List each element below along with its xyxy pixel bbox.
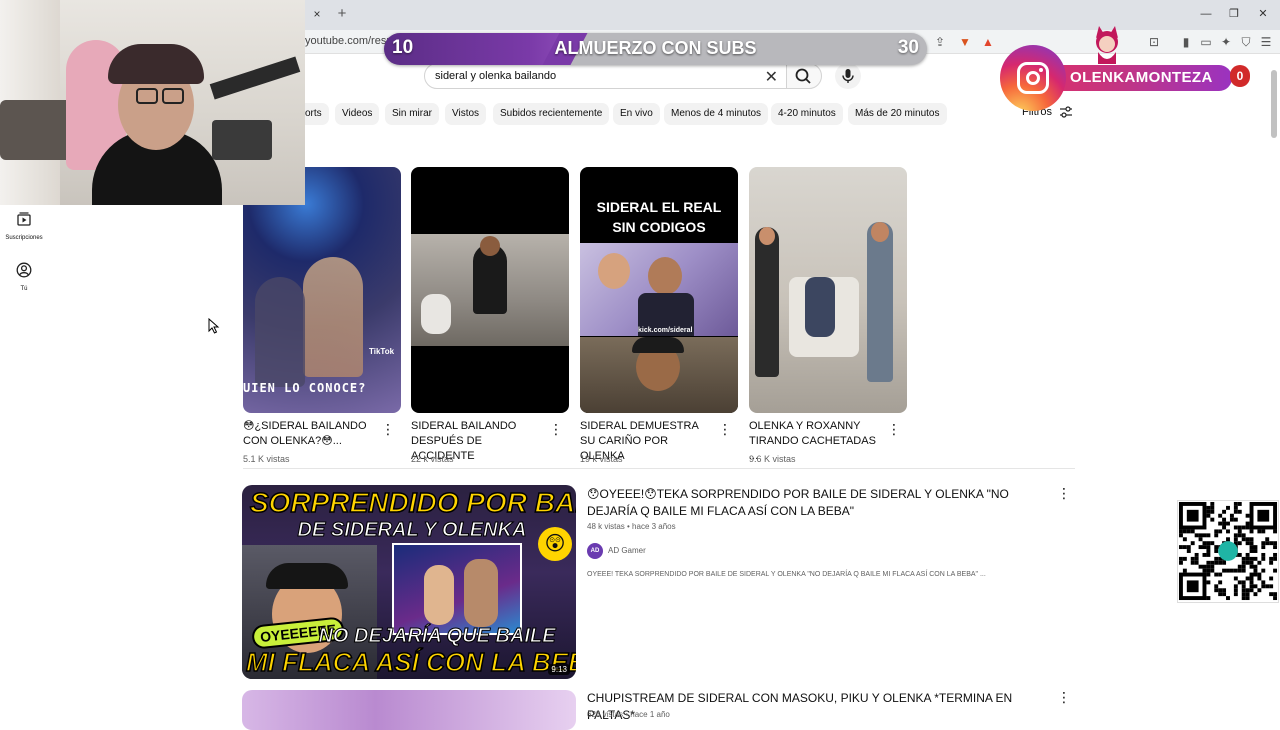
filter-sliders-icon	[1060, 106, 1073, 118]
shocked-emoji-icon: 😲	[538, 527, 572, 561]
more-options-icon[interactable]: ⋮	[1057, 486, 1071, 500]
chip-recently-uploaded[interactable]: Subidos recientemente	[493, 103, 610, 125]
video-thumbnail[interactable]	[242, 690, 576, 730]
microphone-icon	[842, 69, 854, 83]
qr-code-icon	[1177, 500, 1279, 603]
url-text[interactable]: youtube.com/resul	[305, 35, 395, 47]
chip-watched[interactable]: Vistos	[445, 103, 487, 125]
short-views: 19 k vistas	[580, 454, 623, 464]
sidebar-item-you[interactable]: Tú	[0, 262, 48, 292]
thumbnail-caption-bottom-1: NO DEJARÍA QUE BAILE	[318, 625, 556, 648]
search-input[interactable]: sideral y olenka bailando ✕	[424, 63, 793, 89]
vpn-shield-icon[interactable]: ⛉	[1238, 34, 1254, 50]
short-views: 5.1 K vistas	[243, 454, 290, 464]
instagram-counter: 0	[1230, 65, 1250, 87]
video-meta: 48 k vistas • hace 3 años	[587, 522, 676, 531]
zoom-icon[interactable]: ⊡	[1146, 34, 1162, 50]
page-scrollbar[interactable]	[1271, 70, 1277, 138]
video-duration: 9:13	[548, 664, 570, 675]
mouse-cursor-icon	[208, 318, 220, 334]
short-thumbnail[interactable]	[749, 167, 907, 413]
chip-under-4-min[interactable]: Menos de 4 minutos	[664, 103, 769, 125]
instagram-handle: OLENKAMONTEZA	[1070, 69, 1213, 86]
short-overlay-text: UIEN LO CONOCE?	[243, 381, 367, 395]
channel-avatar[interactable]: AD	[587, 543, 603, 559]
clear-search-icon[interactable]: ✕	[765, 67, 778, 87]
goal-target: 30	[897, 37, 919, 58]
brave-shield-icon[interactable]: ▼	[957, 34, 973, 50]
close-window-icon[interactable]: ✕	[1253, 5, 1273, 23]
chip-over-20-min[interactable]: Más de 20 minutos	[848, 103, 947, 125]
short-thumbnail[interactable]	[411, 167, 569, 413]
video-title[interactable]: 😯OYEEE!😯TEKA SORPRENDIDO POR BAILE DE SI…	[587, 486, 1057, 520]
video-thumbnail[interactable]: SORPRENDIDO POR BAILE DE SIDERAL Y OLENK…	[242, 485, 576, 679]
short-card[interactable]: SIDERAL BAILANDO DESPUÉS DE ACCIDENTE ⋮ …	[411, 167, 569, 464]
channel-name[interactable]: AD Gamer	[608, 546, 646, 555]
menu-icon[interactable]: ☰	[1258, 34, 1274, 50]
thumbnail-caption-middle: DE SIDERAL Y OLENKA	[297, 519, 527, 542]
video-meta: 628 vistas • hace 1 año	[587, 710, 670, 719]
restore-window-icon[interactable]: ❐	[1224, 5, 1244, 23]
webcam-overlay	[0, 0, 305, 205]
short-title[interactable]: 😳¿SIDERAL BAILANDO CON OLENKA?😳...	[243, 419, 375, 449]
short-overlay-text: SIDERAL EL REAL SIN CODIGOS	[596, 199, 722, 235]
instagram-icon	[1017, 62, 1049, 94]
subscriber-goal-bar: 10 ALMUERZO CON SUBS 30	[384, 33, 927, 65]
chip-4-20-min[interactable]: 4-20 minutos	[771, 103, 843, 125]
minimize-window-icon[interactable]: —	[1196, 5, 1216, 23]
rewards-icon[interactable]: ▲	[980, 34, 996, 50]
short-views: 9.6 K vistas	[749, 454, 796, 464]
search-button[interactable]	[786, 63, 822, 89]
chip-live[interactable]: En vivo	[613, 103, 660, 125]
more-options-icon[interactable]: ⋮	[1057, 690, 1071, 704]
search-icon	[795, 68, 811, 84]
short-views: 22 k vistas	[411, 454, 454, 464]
more-options-icon[interactable]: ⋮	[549, 422, 563, 436]
wallet-icon[interactable]: ▭	[1198, 34, 1214, 50]
section-divider	[243, 468, 1075, 469]
more-options-icon[interactable]: ⋮	[381, 422, 395, 436]
thumbnail-caption-bottom-2: MI FLACA ASÍ CON LA BEBA	[245, 646, 576, 678]
sidebar-label-subscriptions: Suscripciones	[5, 235, 43, 241]
voice-search-button[interactable]	[835, 63, 861, 89]
user-circle-icon	[16, 262, 32, 278]
short-card[interactable]: OLENKA Y ROXANNY TIRANDO CACHETADAS ... …	[749, 167, 907, 464]
goal-title: ALMUERZO CON SUBS	[554, 38, 757, 58]
short-thumbnail[interactable]: SIDERAL EL REAL SIN CODIGOS kick.com/sid…	[580, 167, 738, 413]
more-options-icon[interactable]: ⋮	[887, 422, 901, 436]
chip-unwatched[interactable]: Sin mirar	[385, 103, 440, 125]
thumbnail-caption-top: SORPRENDIDO POR BAILE	[249, 486, 576, 519]
sidebar-label-you: Tú	[20, 286, 28, 292]
tiktok-badge: TikTok	[369, 347, 395, 356]
sidebar-toggle-icon[interactable]: ▮	[1178, 34, 1194, 50]
close-tab-icon[interactable]: ×	[308, 4, 326, 24]
sidebar-item-subscriptions[interactable]: Suscripciones	[0, 211, 48, 241]
instagram-logo-circle	[1000, 45, 1066, 111]
ai-icon[interactable]: ✦	[1218, 34, 1234, 50]
share-icon[interactable]: ⇪	[932, 34, 948, 50]
short-card[interactable]: SIDERAL EL REAL SIN CODIGOS kick.com/sid…	[580, 167, 738, 464]
more-options-icon[interactable]: ⋮	[718, 422, 732, 436]
kick-watermark: kick.com/sideral	[638, 327, 693, 334]
chip-videos[interactable]: Videos	[335, 103, 380, 125]
search-query: sideral y olenka bailando	[435, 70, 557, 82]
cat-girl-avatar-icon	[1096, 26, 1118, 64]
subscriptions-icon	[17, 212, 31, 226]
video-description: OYEEE! TEKA SORPRENDIDO POR BAILE DE SID…	[587, 571, 986, 578]
new-tab-icon[interactable]: +	[333, 4, 351, 24]
